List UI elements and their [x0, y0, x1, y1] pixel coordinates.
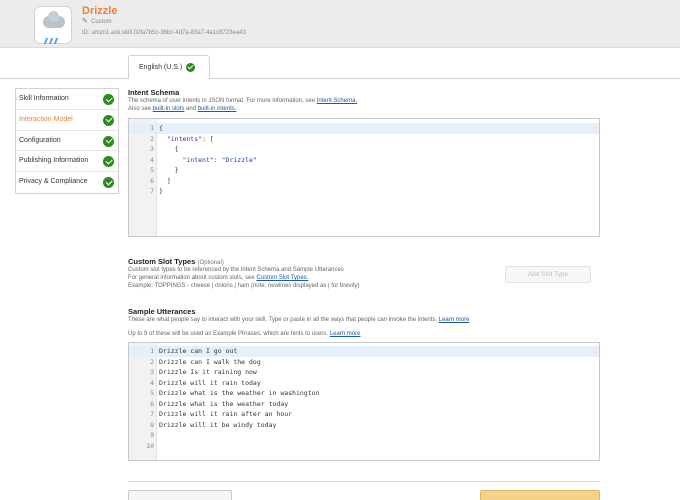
utterance-line: 5 Drizzle what is the weather in washingt…: [150, 389, 320, 397]
skill-id-value: amzn1.ask.skill.02fa7b5c-36bc-4d7a-83a7-…: [91, 30, 246, 36]
custom-slot-types-title-text: Custom Slot Types: [128, 257, 196, 266]
check-icon: [103, 114, 114, 126]
intent-schema-desc-text: The schema of user intents in JSON forma…: [128, 98, 317, 104]
sample-utterances-desc-2-text: Up to 9 of these will be used as Example…: [128, 331, 330, 337]
sidebar-item-label: Interaction Model: [19, 115, 73, 123]
add-slot-type-button[interactable]: Add Slot Type: [505, 266, 591, 283]
sidebar-item-privacy-compliance[interactable]: Privacy & Compliance: [16, 172, 118, 193]
skill-id: ID: amzn1.ask.skill.02fa7b5c-36bc-4d7a-8…: [82, 30, 246, 36]
code-line: 3 {: [150, 145, 179, 153]
code-line: 5 }: [150, 166, 179, 174]
previous-button[interactable]: [128, 490, 232, 500]
custom-slot-types-link[interactable]: Custom Slot Types.: [256, 275, 308, 281]
custom-slot-types-title: Custom Slot Types (Optional): [128, 257, 224, 266]
sample-utterances-desc-2: Up to 9 of these will be used as Example…: [128, 330, 360, 338]
intent-schema-desc-text-2: Also see: [128, 106, 153, 112]
utterance-line: 1 Drizzle can I go out: [129, 346, 599, 357]
custom-slots-desc-1: Custom slot types to be referenced by th…: [128, 267, 344, 273]
check-icon: [103, 177, 114, 189]
app-header: Drizzle ✎ Custom ID: amzn1.ask.skill.02fa…: [0, 0, 680, 48]
save-button[interactable]: [480, 490, 600, 500]
utterance-line: 4 Drizzle will it rain today: [150, 378, 261, 387]
code-line: 7}: [150, 187, 163, 195]
sample-utterances-title: Sample Utterances: [128, 307, 196, 316]
skill-id-label: ID:: [82, 30, 90, 36]
custom-slot-types-desc: Custom slot types to be referenced by th…: [128, 266, 360, 290]
skill-logo: [34, 6, 72, 44]
tab-locale-label: English (U.S.): [139, 64, 183, 71]
sidebar-item-interaction-model[interactable]: Interaction Model: [16, 110, 118, 131]
tab-divider-left: [0, 78, 128, 79]
custom-slots-example: Example: TOPPINGS - cheese | onions | ha…: [128, 283, 360, 289]
utterance-line: 10: [146, 441, 154, 450]
and-text: and: [184, 106, 198, 112]
utterance-line: 7 Drizzle will it rain after an hour: [150, 410, 293, 418]
check-icon: [103, 156, 114, 168]
rain-drops-icon: [43, 31, 63, 44]
intent-schema-title: Intent Schema: [128, 88, 180, 97]
sample-utterances-editor[interactable]: 1 Drizzle can I go out 2 Drizzle can I wal…: [128, 342, 600, 461]
code-line: 1{: [129, 123, 599, 134]
sample-utterances-desc: These are what people say to interact wi…: [128, 316, 469, 324]
learn-more-link-2[interactable]: Learn more: [330, 331, 361, 337]
built-in-intents-link[interactable]: built-in intents.: [198, 106, 237, 112]
sidebar-item-label: Skill Information: [19, 95, 69, 102]
utterance-line: 8 Drizzle will it be windy today: [150, 420, 277, 429]
skill-name: Drizzle: [82, 5, 118, 17]
cloud-icon: [43, 11, 65, 28]
sidebar-item-configuration[interactable]: Configuration: [16, 131, 118, 152]
check-icon: [186, 63, 195, 72]
sample-utterances-desc-1: These are what people say to interact wi…: [128, 317, 439, 323]
check-icon: [103, 135, 114, 147]
utterance-line: 9: [150, 431, 154, 439]
utterance-line: 2 Drizzle can I walk the dog: [150, 357, 261, 366]
sidebar-item-label: Publishing Information: [19, 157, 89, 165]
code-line: 2 "intents": [: [150, 134, 214, 143]
custom-slots-desc-2: For general information about custom slo…: [128, 275, 257, 281]
sidebar-item-publishing-information[interactable]: Publishing Information: [16, 151, 118, 173]
footer-divider: [128, 481, 600, 482]
code-line: 6 ]: [150, 176, 171, 185]
learn-more-link[interactable]: Learn more: [439, 317, 470, 323]
skill-type-label: Custom: [91, 19, 112, 25]
sidebar-item-skill-information[interactable]: Skill Information: [16, 89, 118, 110]
check-icon: [103, 94, 114, 105]
wrench-icon: ✎: [82, 18, 88, 25]
intent-schema-desc: The schema of user intents in JSON forma…: [128, 97, 357, 113]
skill-type: ✎ Custom: [82, 18, 112, 25]
intent-schema-link[interactable]: Intent Schema.: [317, 98, 357, 104]
tab-locale-english-us[interactable]: English (U.S.): [128, 55, 210, 79]
sidebar-nav: Skill Information Interaction Model Conf…: [15, 88, 119, 194]
utterance-line: 6 Drizzle what is the weather today: [150, 399, 289, 408]
code-line: 4 "intent": "Drizzle": [150, 155, 257, 164]
intent-schema-editor[interactable]: 1{ 2 "intents": [ 3 { 4 "intent": "Drizz…: [128, 118, 600, 237]
sidebar-item-label: Privacy & Compliance: [19, 178, 88, 186]
tab-divider-right: [210, 78, 680, 79]
sidebar-item-label: Configuration: [19, 136, 61, 144]
utterance-line: 3 Drizzle Is it raining now: [150, 368, 257, 376]
built-in-slots-link[interactable]: built-in slots: [153, 106, 185, 112]
